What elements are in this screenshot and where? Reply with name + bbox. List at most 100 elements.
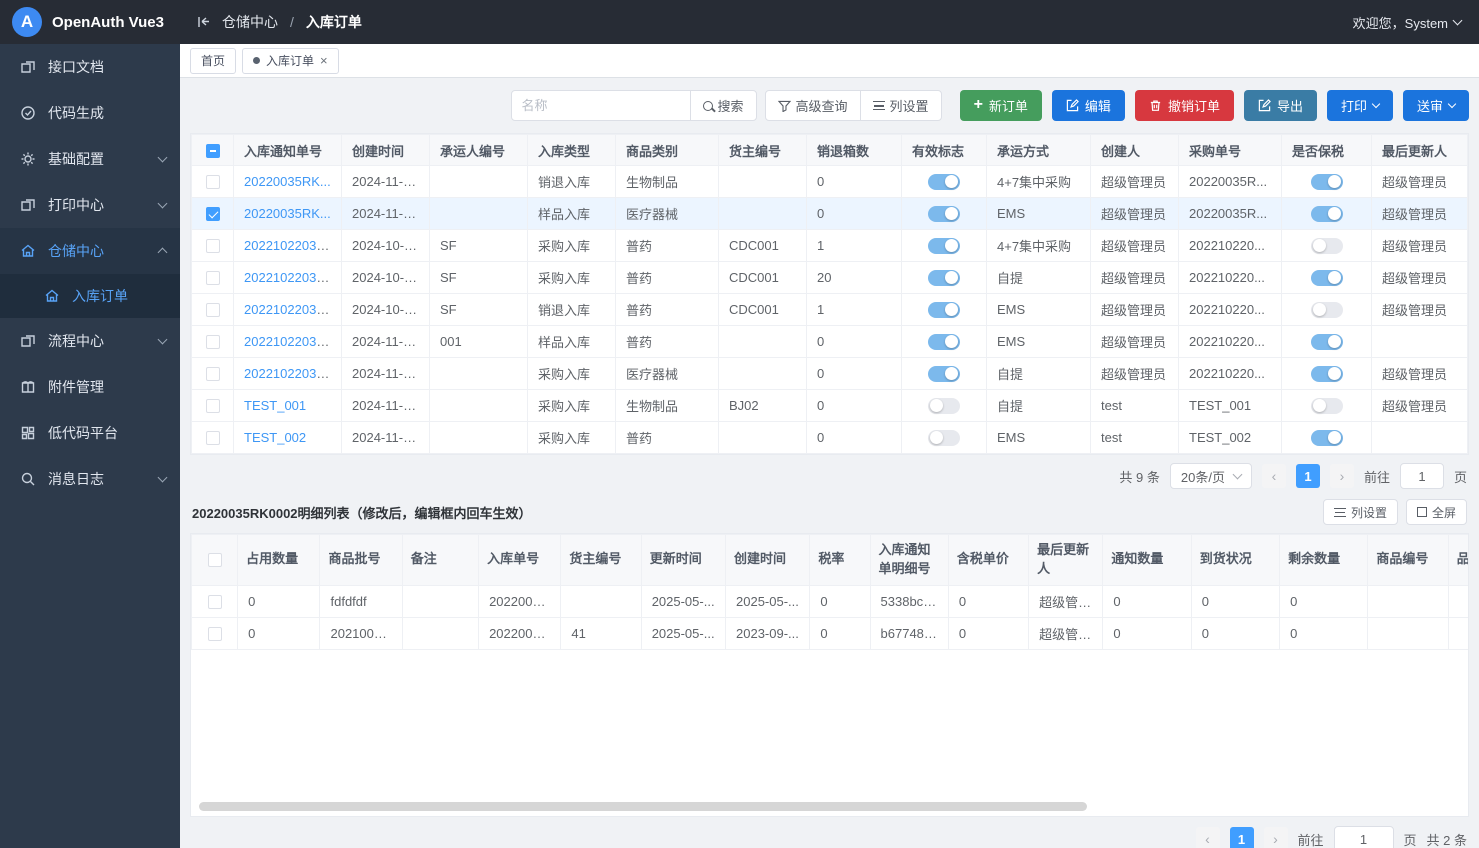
bonded-flag-toggle[interactable] xyxy=(1311,366,1343,382)
bonded-flag-toggle[interactable] xyxy=(1311,238,1343,254)
sidebar-item-message-log[interactable]: 消息日志 xyxy=(0,456,180,502)
row-checkbox[interactable] xyxy=(208,595,222,609)
bonded-flag-toggle[interactable] xyxy=(1311,334,1343,350)
sidebar-item-print-center[interactable]: 打印中心 xyxy=(0,182,180,228)
sidebar-item-warehouse[interactable]: 仓储中心 xyxy=(0,228,180,274)
scrollbar-thumb[interactable] xyxy=(199,802,1087,811)
sidebar-item-workflow[interactable]: 流程中心 xyxy=(0,318,180,364)
page-number-button[interactable]: 1 xyxy=(1230,827,1254,848)
tab-home[interactable]: 首页 xyxy=(190,48,236,74)
row-checkbox[interactable] xyxy=(206,239,220,253)
sidebar-item-api-docs[interactable]: 接口文档 xyxy=(0,44,180,90)
order-no-link[interactable]: TEST_001 xyxy=(244,398,306,413)
tab-close-icon[interactable]: × xyxy=(320,54,328,67)
table-row[interactable]: 2022102203R...2024-10-31...SF采购入库普药CDC00… xyxy=(192,230,1468,262)
tab-inbound-order[interactable]: 入库订单 × xyxy=(242,48,339,74)
advanced-query-button[interactable]: 高级查询 xyxy=(765,90,861,121)
sidebar-item-attachment[interactable]: 附件管理 xyxy=(0,364,180,410)
row-checkbox[interactable] xyxy=(206,207,220,221)
page-number-button[interactable]: 1 xyxy=(1296,464,1320,488)
cancel-order-button[interactable]: 撤销订单 xyxy=(1135,90,1234,121)
table-row[interactable]: 2022102203R...2024-11-07 ...采购入库医疗器械0自提超… xyxy=(192,358,1468,390)
row-checkbox[interactable] xyxy=(206,303,220,317)
goto-page-input[interactable] xyxy=(1334,826,1394,848)
bonded-flag-toggle[interactable] xyxy=(1311,206,1343,222)
valid-flag-toggle[interactable] xyxy=(928,238,960,254)
sidebar-item-inbound-order[interactable]: 入库订单 xyxy=(0,274,180,318)
select-all-checkbox[interactable] xyxy=(208,553,222,567)
row-checkbox[interactable] xyxy=(206,399,220,413)
table-row[interactable]: 02021000...2022003...412025-05-...2023-0… xyxy=(192,617,1469,649)
column-header: 品名 xyxy=(1448,535,1468,586)
table-row[interactable]: 20220035RK...2024-11-06 ...样品入库医疗器械0EMS超… xyxy=(192,198,1468,230)
search-input[interactable] xyxy=(511,90,691,121)
search-button[interactable]: 搜索 xyxy=(690,90,757,121)
row-checkbox[interactable] xyxy=(206,335,220,349)
order-no-link[interactable]: 20220035RK... xyxy=(244,206,331,221)
row-checkbox[interactable] xyxy=(208,627,222,641)
table-row[interactable]: 2022102203R...2024-11-07 ...001样品入库普药0EM… xyxy=(192,326,1468,358)
valid-flag-toggle[interactable] xyxy=(928,270,960,286)
cell xyxy=(1448,617,1468,649)
page-size-select[interactable]: 20条/页 xyxy=(1170,463,1252,489)
table-row[interactable]: TEST_0012024-11-23 ...采购入库生物制品BJ020自提tes… xyxy=(192,390,1468,422)
order-no-link[interactable]: 2022102203R... xyxy=(244,302,337,317)
goto-page-input[interactable] xyxy=(1400,463,1444,489)
table-row[interactable]: 2022102203R...2024-10-31...SF销退入库普药CDC00… xyxy=(192,294,1468,326)
cell: 2024-10-31... xyxy=(342,230,430,262)
sidebar-collapse-icon[interactable] xyxy=(196,15,212,29)
next-page-button[interactable]: › xyxy=(1264,827,1288,848)
row-checkbox[interactable] xyxy=(206,367,220,381)
order-no-link[interactable]: 2022102203R... xyxy=(244,238,337,253)
sidebar-item-code-generate[interactable]: 代码生成 xyxy=(0,90,180,136)
valid-flag-toggle[interactable] xyxy=(928,430,960,446)
valid-flag-toggle[interactable] xyxy=(928,206,960,222)
column-settings-button[interactable]: 列设置 xyxy=(860,90,942,121)
row-checkbox[interactable] xyxy=(206,175,220,189)
prev-page-button[interactable]: ‹ xyxy=(1262,464,1286,488)
valid-flag-toggle[interactable] xyxy=(928,334,960,350)
bonded-flag-toggle[interactable] xyxy=(1311,430,1343,446)
valid-flag-toggle[interactable] xyxy=(928,366,960,382)
fullscreen-button[interactable]: 全屏 xyxy=(1406,499,1467,525)
next-page-button[interactable]: › xyxy=(1330,464,1354,488)
bonded-flag-toggle[interactable] xyxy=(1311,398,1343,414)
export-button[interactable]: 导出 xyxy=(1244,90,1317,121)
edit-button[interactable]: 编辑 xyxy=(1052,90,1125,121)
order-no-link[interactable]: 2022102203R... xyxy=(244,334,337,349)
valid-flag-toggle[interactable] xyxy=(928,398,960,414)
detail-column-settings-button[interactable]: 列设置 xyxy=(1323,499,1398,525)
table-row[interactable]: 0fdfdfdf2022003...2025-05-...2025-05-...… xyxy=(192,585,1469,617)
table-row[interactable]: 2022102203R...2024-10-31...SF采购入库普药CDC00… xyxy=(192,262,1468,294)
cell: 采购入库 xyxy=(528,422,616,454)
column-header: 承运方式 xyxy=(987,135,1091,166)
order-no-link[interactable]: 20220035RK... xyxy=(244,174,331,189)
order-no-link[interactable]: 2022102203R... xyxy=(244,366,337,381)
row-checkbox[interactable] xyxy=(206,271,220,285)
breadcrumb-parent[interactable]: 仓储中心 xyxy=(222,12,278,32)
cell: 2024-11-07 ... xyxy=(342,326,430,358)
horizontal-scrollbar[interactable] xyxy=(195,802,1464,812)
orders-table-card: 入库通知单号创建时间承运人编号入库类型商品类别货主编号销退箱数有效标志承运方式创… xyxy=(190,133,1469,455)
order-no-link[interactable]: TEST_002 xyxy=(244,430,306,445)
row-checkbox[interactable] xyxy=(206,431,220,445)
prev-page-button[interactable]: ‹ xyxy=(1196,827,1220,848)
user-menu[interactable]: 欢迎您，System xyxy=(1353,13,1479,32)
select-all-checkbox[interactable] xyxy=(206,144,220,158)
table-row[interactable]: 20220035RK...2024-11-06 ...销退入库生物制品04+7集… xyxy=(192,166,1468,198)
order-no-link[interactable]: 2022102203R... xyxy=(244,270,337,285)
bonded-flag-toggle[interactable] xyxy=(1311,174,1343,190)
table-row[interactable]: TEST_0022024-11-23 ...采购入库普药0EMStestTEST… xyxy=(192,422,1468,454)
cell: 超级管理员 xyxy=(1091,198,1179,230)
valid-flag-toggle[interactable] xyxy=(928,174,960,190)
detail-section-header: 20220035RK0002明细列表（修改后，编辑框内回车生效） 列设置 全屏 xyxy=(192,499,1467,525)
app-window: A OpenAuth Vue3 仓储中心 / 入库订单 欢迎您，System 接… xyxy=(0,0,1479,848)
new-order-button[interactable]: + 新订单 xyxy=(960,90,1042,121)
print-button[interactable]: 打印 xyxy=(1327,90,1393,121)
sidebar-item-settings[interactable]: 基础配置 xyxy=(0,136,180,182)
bonded-flag-toggle[interactable] xyxy=(1311,270,1343,286)
valid-flag-toggle[interactable] xyxy=(928,302,960,318)
sidebar-item-lowcode[interactable]: 低代码平台 xyxy=(0,410,180,456)
approve-button[interactable]: 送审 xyxy=(1403,90,1469,121)
bonded-flag-toggle[interactable] xyxy=(1311,302,1343,318)
